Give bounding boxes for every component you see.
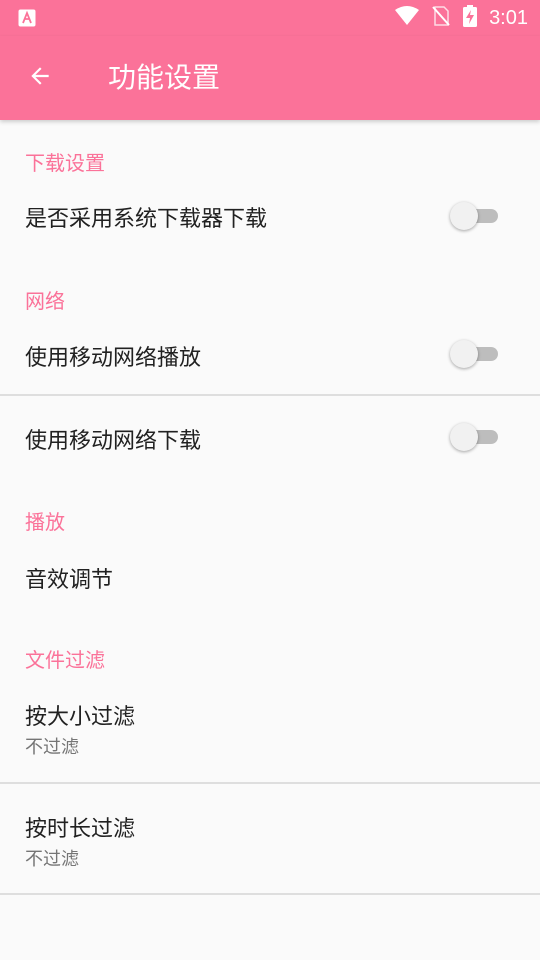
battery-charging-icon — [463, 5, 478, 31]
status-icons: 3:01 — [395, 0, 528, 36]
switch-thumb — [450, 202, 478, 230]
app-bar: 功能设置 — [0, 36, 540, 120]
no-sim-icon — [431, 5, 451, 31]
mobile-download-switch[interactable] — [450, 420, 502, 452]
section-header-network: 网络 — [25, 289, 65, 313]
section-header-download: 下载设置 — [25, 151, 105, 175]
setting-title: 使用移动网络下载 — [25, 429, 202, 454]
mobile-play-switch[interactable] — [450, 337, 502, 369]
switch-thumb — [450, 423, 478, 451]
section-header-file-filter: 文件过滤 — [25, 648, 105, 672]
a-icon — [18, 9, 36, 27]
status-bar: 3:01 — [0, 0, 540, 36]
system-downloader-switch[interactable] — [450, 199, 502, 231]
setting-summary: 不过滤 — [25, 849, 79, 870]
back-button[interactable] — [16, 54, 64, 102]
setting-title: 使用移动网络播放 — [25, 346, 202, 371]
divider — [0, 782, 540, 784]
arrow-left-icon — [27, 63, 53, 93]
section-header-playback: 播放 — [25, 510, 65, 534]
setting-title: 按大小过滤 — [25, 705, 136, 730]
status-time: 3:01 — [489, 6, 528, 29]
switch-thumb — [450, 340, 478, 368]
wifi-icon — [395, 6, 420, 30]
setting-title: 音效调节 — [25, 568, 114, 593]
page-title: 功能设置 — [108, 61, 221, 94]
setting-title: 是否采用系统下载器下载 — [25, 207, 268, 232]
setting-summary: 不过滤 — [25, 737, 79, 758]
divider — [0, 893, 540, 895]
divider — [0, 394, 540, 396]
setting-title: 按时长过滤 — [25, 817, 136, 842]
